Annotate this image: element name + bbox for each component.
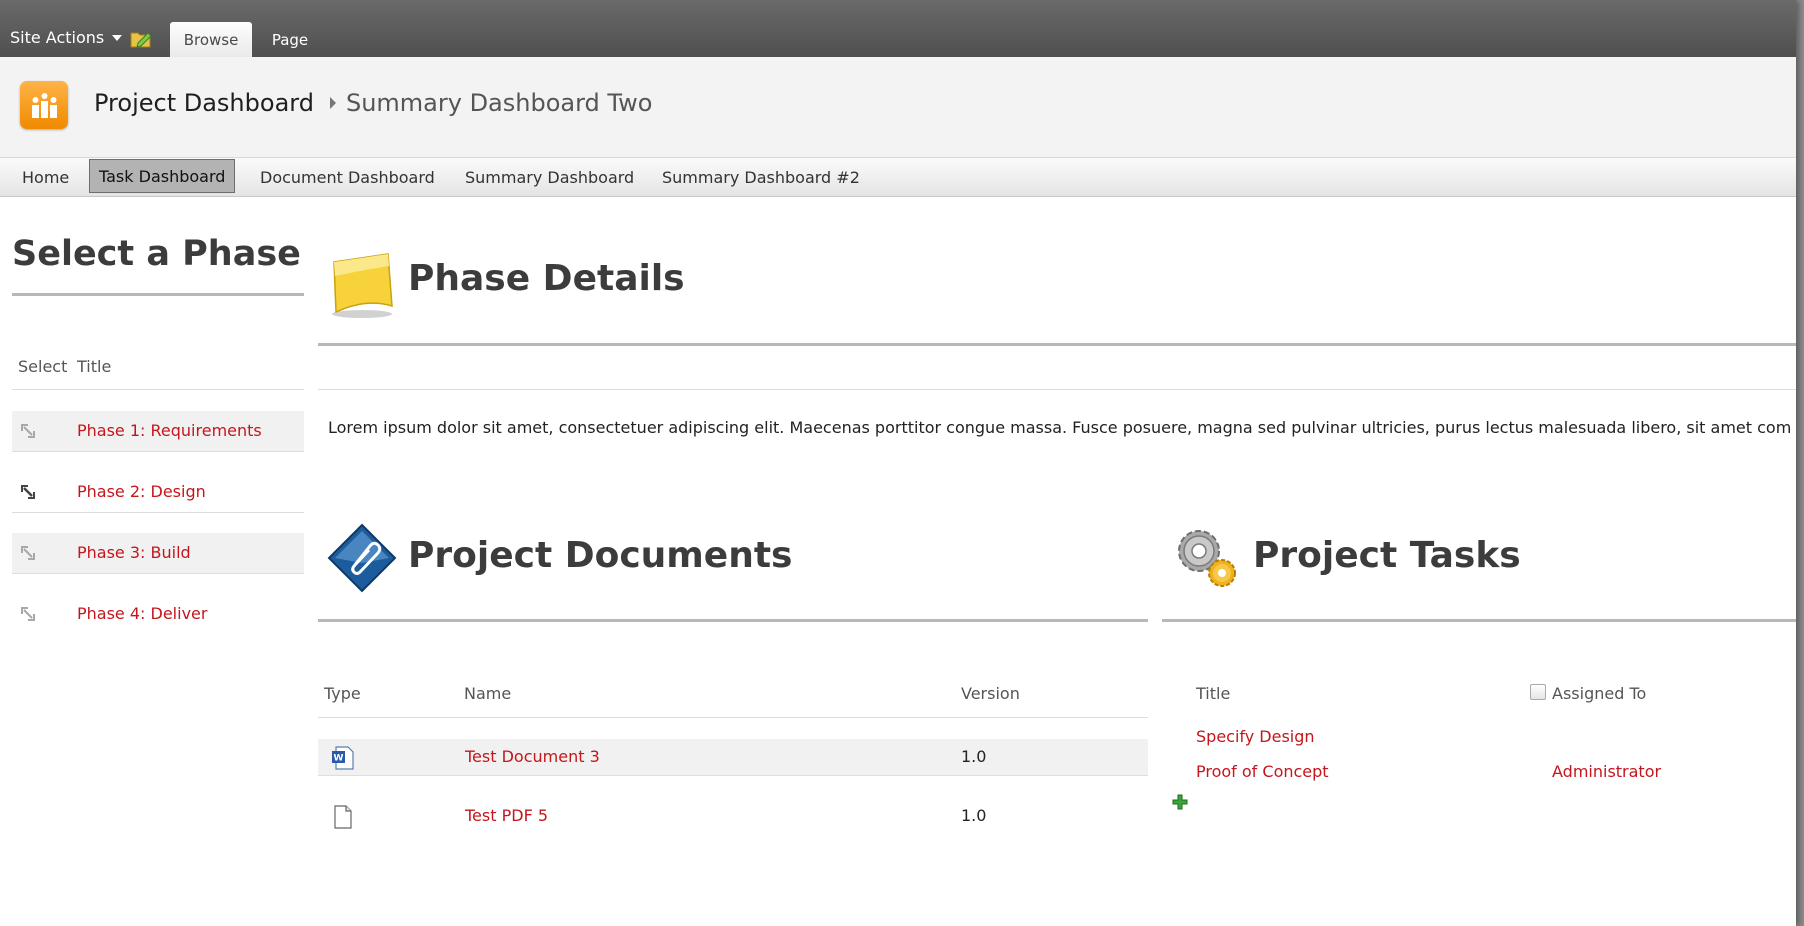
phase-link[interactable]: Phase 2: Design — [77, 482, 206, 501]
task-link[interactable]: Specify Design — [1196, 727, 1315, 746]
page-title: Summary Dashboard Two — [345, 89, 653, 117]
divider — [12, 512, 304, 513]
site-logo-icon[interactable] — [20, 81, 68, 129]
list-item: Phase 4: Deliver — [12, 594, 304, 634]
divider — [12, 293, 304, 296]
column-header-name[interactable]: Name — [464, 684, 511, 703]
ribbon-bar: Site Actions Browse Page — [0, 0, 1796, 57]
tab-page[interactable]: Page — [262, 22, 318, 57]
divider — [318, 619, 1148, 622]
divider — [318, 389, 1796, 390]
nav-item-summary-dashboard[interactable]: Summary Dashboard — [465, 158, 634, 196]
caret-down-icon — [112, 34, 123, 41]
phase-details-heading: Phase Details — [408, 258, 685, 299]
gears-icon — [1170, 522, 1242, 598]
site-actions-label: Site Actions — [10, 28, 105, 47]
breadcrumb: Project Dashboard Summary Dashboard Two — [94, 89, 652, 117]
assigned-user-link[interactable]: Administrator — [1552, 762, 1661, 781]
document-version: 1.0 — [961, 806, 987, 825]
list-item: Phase 3: Build — [12, 533, 304, 574]
phase-link[interactable]: Phase 1: Requirements — [77, 421, 262, 440]
title-area: Project Dashboard Summary Dashboard Two — [0, 57, 1796, 157]
select-phase-heading: Select a Phase — [12, 234, 301, 274]
task-link[interactable]: Proof of Concept — [1196, 762, 1329, 781]
table-row — [318, 739, 1148, 776]
column-header-title[interactable]: Title — [1196, 684, 1230, 703]
divider — [318, 717, 1148, 718]
select-row-icon[interactable] — [20, 606, 38, 626]
phase-link[interactable]: Phase 3: Build — [77, 543, 191, 562]
nav-item-home[interactable]: Home — [22, 158, 69, 196]
page: Site Actions Browse Page Project Dashboa… — [0, 0, 1796, 926]
add-task-icon[interactable] — [1172, 794, 1188, 814]
select-row-icon[interactable] — [20, 423, 38, 443]
divider — [1162, 619, 1796, 622]
column-header-select: Select — [18, 357, 68, 376]
column-header-assigned-to[interactable]: Assigned To — [1552, 684, 1646, 703]
sticky-note-icon — [326, 248, 398, 324]
document-link[interactable]: Test Document 3 — [465, 747, 600, 766]
column-header-version[interactable]: Version — [961, 684, 1020, 703]
column-header-title: Title — [77, 357, 112, 376]
divider — [12, 389, 304, 390]
tab-browse[interactable]: Browse — [170, 22, 252, 57]
nav-item-document-dashboard[interactable]: Document Dashboard — [260, 158, 435, 196]
site-actions-menu[interactable]: Site Actions — [10, 28, 123, 47]
nav-item-summary-dashboard-2[interactable]: Summary Dashboard #2 — [662, 158, 860, 196]
select-all-checkbox[interactable] — [1530, 684, 1546, 700]
list-item: Phase 2: Design — [12, 472, 304, 512]
word-doc-icon: W — [330, 745, 356, 775]
site-title-link[interactable]: Project Dashboard — [94, 89, 314, 117]
svg-text:W: W — [334, 754, 344, 764]
phase-description: Lorem ipsum dolor sit amet, consectetuer… — [328, 418, 1792, 437]
select-row-icon[interactable] — [20, 545, 38, 565]
nav-item-task-dashboard[interactable]: Task Dashboard — [89, 159, 236, 193]
generic-doc-icon — [332, 805, 354, 833]
project-tasks-heading: Project Tasks — [1253, 535, 1521, 576]
breadcrumb-arrow-icon — [329, 97, 336, 109]
paperclip-icon — [326, 522, 398, 598]
list-item: Phase 1: Requirements — [12, 411, 304, 452]
phase-link[interactable]: Phase 4: Deliver — [77, 604, 207, 623]
document-link[interactable]: Test PDF 5 — [465, 806, 548, 825]
column-header-type[interactable]: Type — [324, 684, 361, 703]
project-documents-heading: Project Documents — [408, 535, 793, 576]
selected-row-icon[interactable] — [20, 484, 38, 504]
top-navigation: Home Task Dashboard Document Dashboard S… — [0, 157, 1796, 197]
document-version: 1.0 — [961, 747, 987, 766]
divider — [318, 343, 1796, 346]
edit-page-icon[interactable] — [130, 27, 154, 53]
